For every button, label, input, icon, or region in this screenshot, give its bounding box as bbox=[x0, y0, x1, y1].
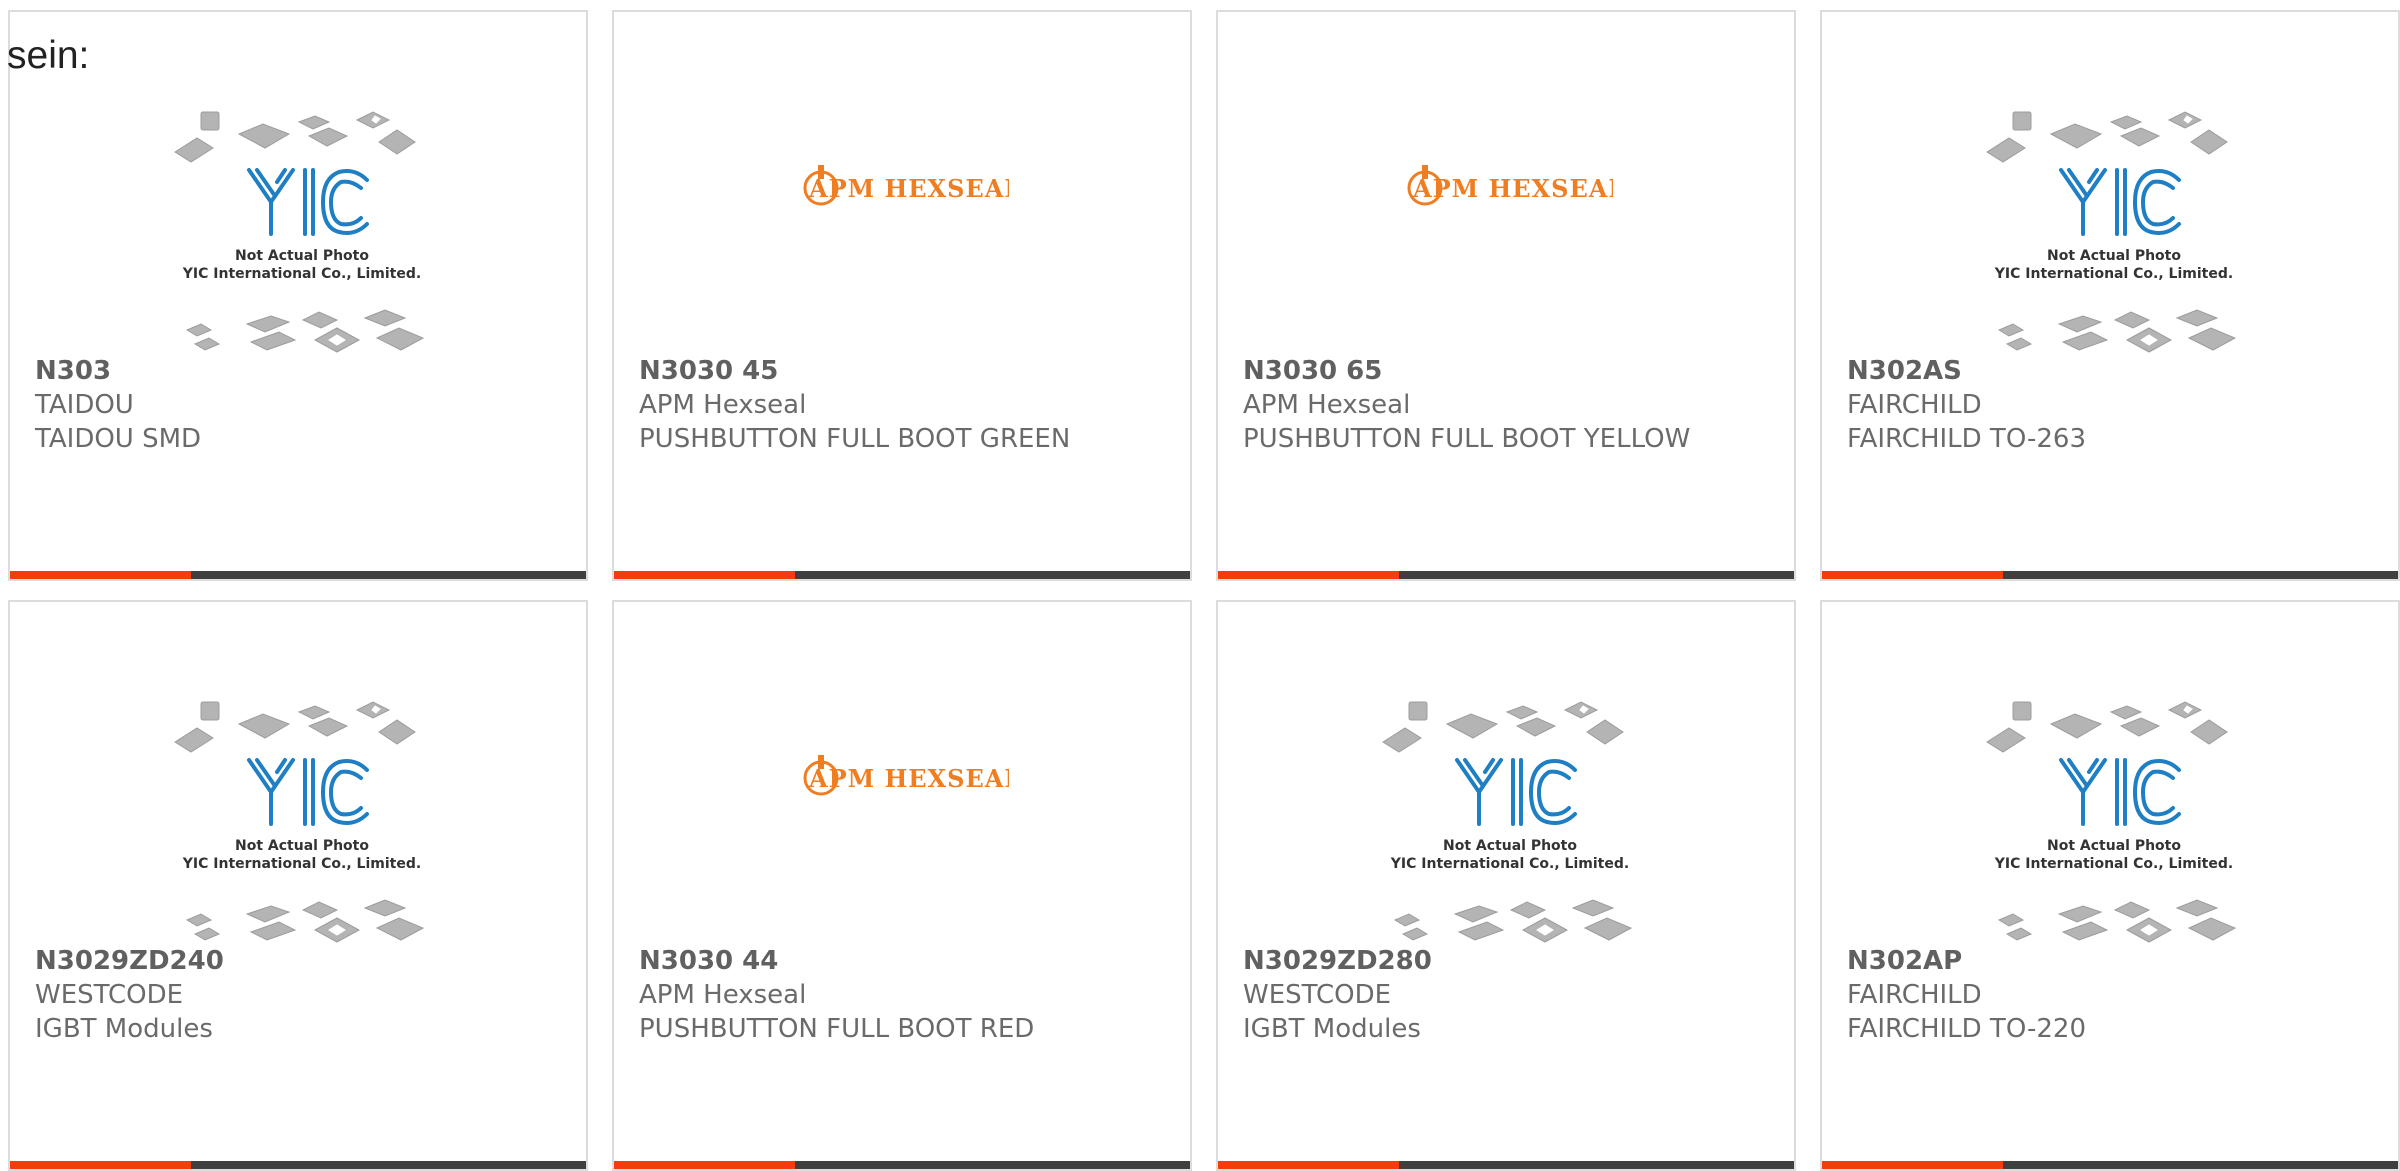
description: PUSHBUTTON FULL BOOT YELLOW bbox=[1243, 424, 1691, 454]
card-accent-bar bbox=[10, 1161, 586, 1169]
manufacturer: WESTCODE bbox=[1243, 980, 1392, 1010]
apm-logo-text: APM HEXSEAL bbox=[1412, 174, 1613, 203]
product-card[interactable]: APM HEXSEAL N3030 45 APM Hexseal PUSHBUTTO… bbox=[612, 10, 1192, 581]
product-card[interactable]: Not Actual Photo YIC International Co., … bbox=[1820, 600, 2400, 1171]
product-info: N3029ZD240 WESTCODE IGBT Modules bbox=[35, 944, 566, 1046]
description: IGBT Modules bbox=[1243, 1014, 1421, 1044]
card-accent-bar bbox=[10, 571, 586, 579]
part-number[interactable]: N3030 65 bbox=[1243, 354, 1774, 388]
apm-hexseal-logo: APM HEXSEAL bbox=[803, 755, 1009, 796]
not-actual-photo-image: Not Actual Photo YIC International Co., … bbox=[174, 701, 425, 943]
product-info: N303 TAIDOU TAIDOU SMD bbox=[35, 354, 566, 456]
product-thumbnail[interactable]: APM HEXSEAL bbox=[614, 92, 1190, 362]
product-info: N3029ZD280 WESTCODE IGBT Modules bbox=[1243, 944, 1774, 1046]
product-card[interactable]: Not Actual Photo YIC International Co., … bbox=[1216, 600, 1796, 1171]
card-accent-bar bbox=[1218, 571, 1794, 579]
not-actual-photo-image: Not Actual Photo YIC International Co., … bbox=[1986, 111, 2237, 353]
part-number[interactable]: N3030 45 bbox=[639, 354, 1170, 388]
manufacturer: APM Hexseal bbox=[1243, 390, 1411, 420]
product-info: N3030 45 APM Hexseal PUSHBUTTON FULL BOOT … bbox=[639, 354, 1170, 456]
card-accent-bar bbox=[1218, 1161, 1794, 1169]
part-number[interactable]: N302AP bbox=[1847, 944, 2378, 978]
manufacturer: WESTCODE bbox=[35, 980, 184, 1010]
part-number[interactable]: N302AS bbox=[1847, 354, 2378, 388]
product-info: N302AP FAIRCHILD FAIRCHILD TO-220 bbox=[1847, 944, 2378, 1046]
description: FAIRCHILD TO-220 bbox=[1847, 1014, 2087, 1044]
yic-line1: Not Actual Photo bbox=[1443, 838, 1577, 854]
product-card[interactable]: Not Actual Photo YIC International Co., … bbox=[8, 10, 588, 581]
yic-line1: Not Actual Photo bbox=[2047, 838, 2181, 854]
manufacturer: TAIDOU bbox=[35, 390, 134, 420]
description: IGBT Modules bbox=[35, 1014, 213, 1044]
part-number[interactable]: N3029ZD280 bbox=[1243, 944, 1774, 978]
manufacturer: APM Hexseal bbox=[639, 980, 807, 1010]
not-actual-photo-image: Not Actual Photo YIC International Co., … bbox=[174, 111, 425, 353]
yic-line2: YIC International Co., Limited. bbox=[182, 856, 421, 872]
yic-line2: YIC International Co., Limited. bbox=[1390, 856, 1629, 872]
description: PUSHBUTTON FULL BOOT RED bbox=[639, 1014, 1035, 1044]
yic-line1: Not Actual Photo bbox=[235, 248, 369, 264]
product-thumbnail[interactable]: Not Actual Photo YIC International Co., … bbox=[10, 92, 586, 362]
card-accent-bar bbox=[614, 1161, 1190, 1169]
yic-line1: Not Actual Photo bbox=[235, 838, 369, 854]
yic-line2: YIC International Co., Limited. bbox=[1994, 856, 2233, 872]
yic-line2: YIC International Co., Limited. bbox=[1994, 266, 2233, 282]
description: FAIRCHILD TO-263 bbox=[1847, 424, 2087, 454]
description: PUSHBUTTON FULL BOOT GREEN bbox=[639, 424, 1071, 454]
not-actual-photo-image: Not Actual Photo YIC International Co., … bbox=[1382, 701, 1633, 943]
not-actual-photo-image: Not Actual Photo YIC International Co., … bbox=[1986, 701, 2237, 943]
apm-hexseal-logo: APM HEXSEAL bbox=[803, 165, 1009, 206]
product-thumbnail[interactable]: Not Actual Photo YIC International Co., … bbox=[1822, 92, 2398, 362]
product-thumbnail[interactable]: Not Actual Photo YIC International Co., … bbox=[1218, 682, 1794, 952]
yic-line1: Not Actual Photo bbox=[2047, 248, 2181, 264]
product-thumbnail[interactable]: APM HEXSEAL bbox=[1218, 92, 1794, 362]
part-number[interactable]: N3029ZD240 bbox=[35, 944, 566, 978]
product-thumbnail[interactable]: APM HEXSEAL bbox=[614, 682, 1190, 952]
manufacturer: FAIRCHILD bbox=[1847, 980, 1982, 1010]
product-card[interactable]: APM HEXSEAL N3030 65 APM Hexseal PUSHBUTTO… bbox=[1216, 10, 1796, 581]
card-accent-bar bbox=[1822, 571, 2398, 579]
card-accent-bar bbox=[1822, 1161, 2398, 1169]
page-prefix-text: sein: bbox=[7, 34, 90, 77]
product-card[interactable]: Not Actual Photo YIC International Co., … bbox=[1820, 10, 2400, 581]
apm-hexseal-logo: APM HEXSEAL bbox=[1407, 165, 1613, 206]
card-accent-bar bbox=[614, 571, 1190, 579]
product-info: N3030 44 APM Hexseal PUSHBUTTON FULL BOOT … bbox=[639, 944, 1170, 1046]
yic-line2: YIC International Co., Limited. bbox=[182, 266, 421, 282]
manufacturer: APM Hexseal bbox=[639, 390, 807, 420]
product-card[interactable]: APM HEXSEAL N3030 44 APM Hexseal PUSHBUTTO… bbox=[612, 600, 1192, 1171]
product-thumbnail[interactable]: Not Actual Photo YIC International Co., … bbox=[1822, 682, 2398, 952]
part-number[interactable]: N303 bbox=[35, 354, 566, 388]
description: TAIDOU SMD bbox=[35, 424, 202, 454]
product-info: N302AS FAIRCHILD FAIRCHILD TO-263 bbox=[1847, 354, 2378, 456]
product-thumbnail[interactable]: Not Actual Photo YIC International Co., … bbox=[10, 682, 586, 952]
apm-logo-text: APM HEXSEAL bbox=[808, 764, 1009, 793]
product-card[interactable]: Not Actual Photo YIC International Co., … bbox=[8, 600, 588, 1171]
manufacturer: FAIRCHILD bbox=[1847, 390, 1982, 420]
apm-logo-text: APM HEXSEAL bbox=[808, 174, 1009, 203]
product-info: N3030 65 APM Hexseal PUSHBUTTON FULL BOOT … bbox=[1243, 354, 1774, 456]
part-number[interactable]: N3030 44 bbox=[639, 944, 1170, 978]
